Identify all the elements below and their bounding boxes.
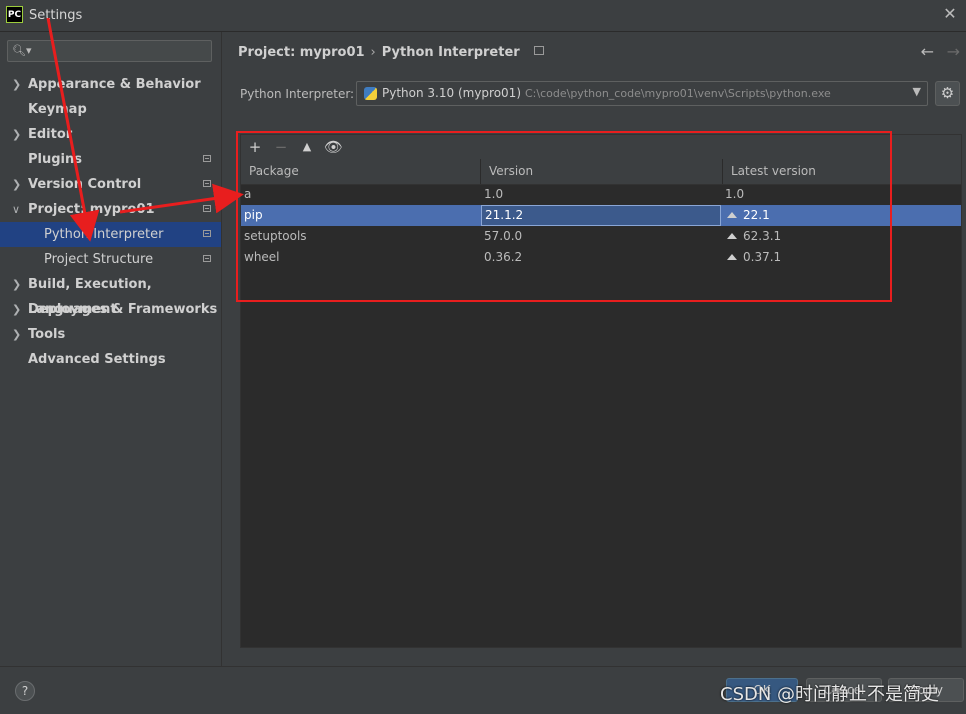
sidebar-item-label: Plugins — [28, 152, 82, 167]
interpreter-label: Python Interpreter: — [240, 87, 355, 101]
settings-content: Project: mypro01 › Python Interpreter ← → … — [222, 32, 966, 666]
chevron-right-icon[interactable]: ❯ — [12, 272, 22, 297]
interpreter-value: Python 3.10 (mypro01) C:\code\python_code… — [382, 86, 831, 100]
sidebar-item-label: Python Interpreter — [44, 227, 164, 242]
breadcrumb-project: Project: mypro01 — [238, 45, 365, 60]
sidebar-item-label: Advanced Settings — [28, 352, 166, 367]
package-name: pip — [244, 208, 263, 222]
package-latest: 1.0 — [725, 187, 745, 201]
packages-table-body: a 1.0 1.0 pip 21.1.2 22.1 setuptools 57.… — [241, 184, 961, 268]
breadcrumb-page: Python Interpreter — [381, 45, 520, 60]
show-early-releases-eye-icon[interactable]: 👁︎ — [324, 138, 343, 156]
package-latest: 62.3.1 — [743, 229, 782, 243]
package-latest-cell: 22.1 — [727, 205, 770, 226]
sidebar-item-label: Editor — [28, 127, 73, 142]
project-scope-icon — [203, 180, 211, 187]
pycharm-logo-icon: PC — [6, 6, 23, 23]
window-title: Settings — [29, 8, 83, 23]
search-icon: 🔍︎▾ — [12, 44, 32, 57]
project-scope-icon — [533, 46, 544, 55]
interpreter-select[interactable]: Python 3.10 (mypro01) C:\code\python_code… — [356, 81, 928, 106]
breadcrumb: Project: mypro01 › Python Interpreter — [238, 45, 544, 60]
breadcrumb-separator-icon: › — [370, 45, 376, 60]
sidebar-item-plugins[interactable]: Plugins — [0, 147, 221, 172]
package-latest: 22.1 — [743, 208, 770, 222]
table-row[interactable]: pip 21.1.2 22.1 — [241, 205, 961, 226]
sidebar-item-keymap[interactable]: Keymap — [0, 97, 221, 122]
package-latest-cell: 0.37.1 — [727, 247, 781, 268]
chevron-right-icon[interactable]: ❯ — [12, 122, 22, 147]
chevron-down-icon[interactable]: ∨ — [12, 197, 22, 222]
sidebar-item-label: Project Structure — [44, 252, 154, 267]
chevron-right-icon[interactable]: ❯ — [12, 322, 22, 347]
package-version: 0.36.2 — [484, 250, 523, 264]
sidebar-item-label: Tools — [28, 327, 66, 342]
upgrade-available-icon — [727, 212, 737, 218]
package-name: setuptools — [244, 229, 307, 243]
column-header-version[interactable]: Version — [481, 159, 723, 184]
settings-sidebar: 🔍︎▾ ❯ Appearance & Behavior Keymap ❯ Edi… — [0, 32, 222, 666]
help-button[interactable]: ? — [15, 681, 35, 701]
package-latest-cell: 62.3.1 — [727, 226, 781, 247]
close-icon[interactable]: ✕ — [940, 4, 960, 24]
sidebar-item-advanced-settings[interactable]: Advanced Settings — [0, 347, 221, 372]
interpreter-name: Python 3.10 (mypro01) — [382, 86, 521, 100]
sidebar-item-label: Appearance & Behavior — [28, 77, 201, 92]
sidebar-item-build-execution-deployment[interactable]: ❯ Build, Execution, Deployment — [0, 272, 221, 317]
chevron-right-icon[interactable]: ❯ — [12, 72, 22, 97]
settings-search-input[interactable]: 🔍︎▾ — [7, 40, 212, 62]
remove-package-icon[interactable]: − — [272, 138, 290, 156]
forward-arrow-icon[interactable]: → — [947, 42, 960, 61]
upgrade-package-icon[interactable]: ▲ — [298, 138, 316, 156]
dropdown-arrow-icon[interactable]: ▼ — [913, 85, 921, 98]
sidebar-item-appearance-behavior[interactable]: ❯ Appearance & Behavior — [0, 72, 221, 97]
column-header-package[interactable]: Package — [241, 159, 481, 184]
sidebar-item-label: Languages & Frameworks — [28, 302, 218, 317]
project-scope-icon — [203, 155, 211, 162]
package-name: wheel — [244, 250, 280, 264]
sidebar-item-label: Version Control — [28, 177, 142, 192]
table-row[interactable]: setuptools 57.0.0 62.3.1 — [241, 226, 961, 247]
package-version[interactable]: 21.1.2 — [481, 205, 721, 226]
package-version: 1.0 — [484, 187, 504, 201]
package-latest: 0.37.1 — [743, 250, 782, 264]
settings-tree: ❯ Appearance & Behavior Keymap ❯ Editor … — [0, 72, 221, 372]
sidebar-item-label: Keymap — [28, 102, 87, 117]
upgrade-available-icon — [727, 233, 737, 239]
column-header-latest-version[interactable]: Latest version — [723, 159, 961, 184]
chevron-right-icon[interactable]: ❯ — [12, 172, 22, 197]
sidebar-item-project[interactable]: ∨ Project: mypro01 — [0, 197, 221, 222]
back-arrow-icon[interactable]: ← — [921, 42, 934, 61]
project-scope-icon — [203, 255, 211, 262]
title-bar: PC Settings ✕ — [0, 0, 966, 32]
package-name: a — [244, 187, 252, 201]
sidebar-item-languages-frameworks[interactable]: ❯ Languages & Frameworks — [0, 297, 221, 322]
packages-panel: + − ▲ 👁︎ Package Version Latest version … — [240, 134, 962, 648]
sidebar-item-version-control[interactable]: ❯ Version Control — [0, 172, 221, 197]
package-version: 57.0.0 — [484, 229, 523, 243]
gear-icon[interactable]: ⚙ — [935, 81, 960, 106]
packages-table-header: Package Version Latest version — [241, 159, 961, 185]
dialog-footer: ? OK Cancel Apply CSDN @时间静止不是简史 — [0, 666, 966, 714]
upgrade-available-icon — [727, 254, 737, 260]
interpreter-path: C:\code\python_code\mypro01\venv\Scripts… — [525, 87, 831, 100]
project-scope-icon — [203, 205, 211, 212]
packages-toolbar: + − ▲ 👁︎ — [241, 135, 961, 160]
chevron-right-icon[interactable]: ❯ — [12, 297, 22, 322]
python-icon — [364, 87, 377, 100]
add-package-icon[interactable]: + — [246, 138, 264, 156]
sidebar-item-project-structure[interactable]: Project Structure — [0, 247, 221, 272]
project-scope-icon — [203, 230, 211, 237]
table-row[interactable]: a 1.0 1.0 — [241, 184, 961, 205]
sidebar-item-tools[interactable]: ❯ Tools — [0, 322, 221, 347]
table-row[interactable]: wheel 0.36.2 0.37.1 — [241, 247, 961, 268]
sidebar-item-label: Project: mypro01 — [28, 202, 155, 217]
sidebar-item-editor[interactable]: ❯ Editor — [0, 122, 221, 147]
watermark-text: CSDN @时间静止不是简史 — [720, 684, 940, 705]
sidebar-item-python-interpreter[interactable]: Python Interpreter — [0, 222, 221, 247]
